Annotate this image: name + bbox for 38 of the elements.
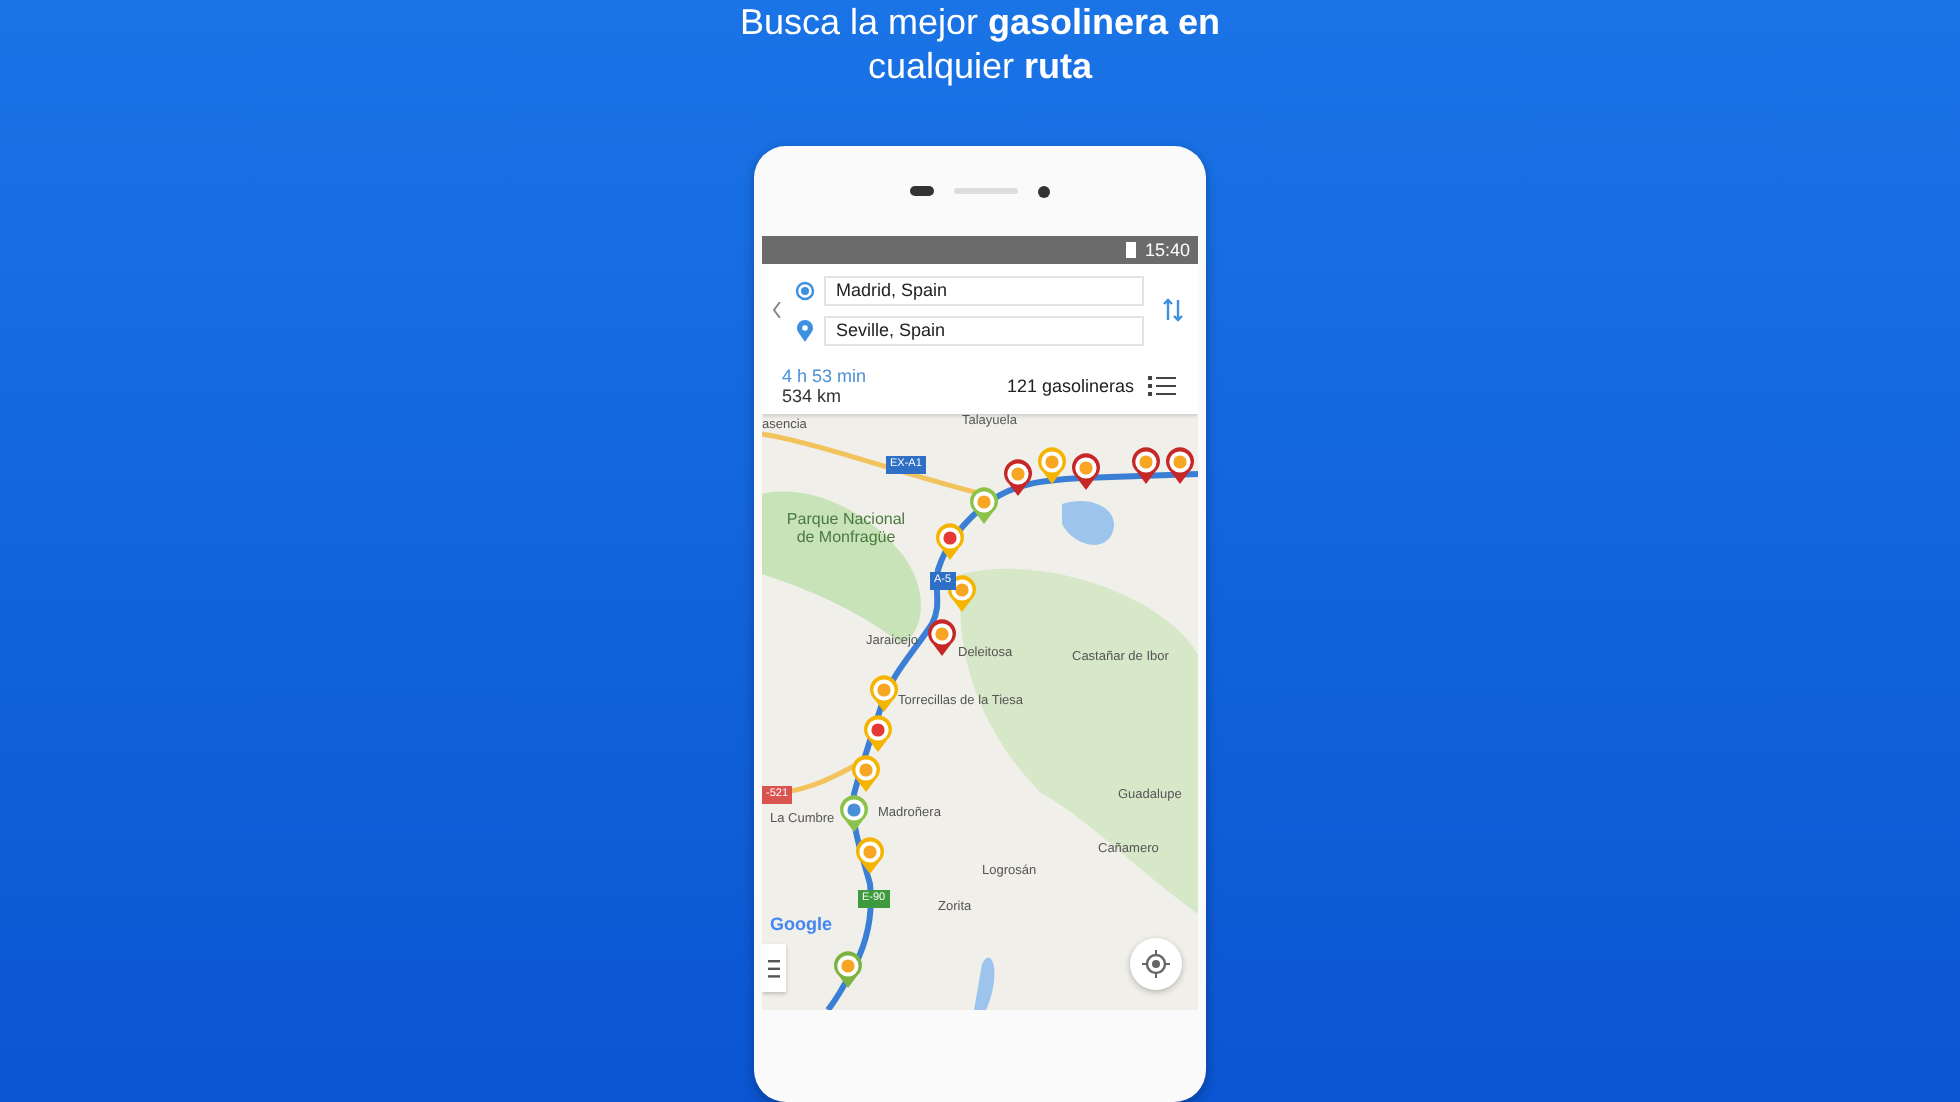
menu-button[interactable]	[762, 944, 786, 992]
list-icon	[1148, 375, 1176, 395]
list-button[interactable]	[1146, 371, 1178, 399]
gas-station-pin-icon[interactable]	[1002, 458, 1034, 498]
gas-station-pin-icon[interactable]	[850, 754, 882, 794]
menu-icon	[768, 959, 780, 977]
gas-station-pin-icon[interactable]	[968, 486, 1000, 526]
route-duration: 4 h 53 min	[782, 365, 869, 385]
gas-station-pin-icon[interactable]	[1130, 446, 1162, 486]
battery-icon	[1126, 242, 1137, 258]
gas-station-pin-icon[interactable]	[868, 674, 900, 714]
gas-station-pin-icon[interactable]	[926, 618, 958, 658]
swap-arrows-icon	[1161, 298, 1183, 322]
back-button[interactable]	[768, 298, 784, 322]
camera-icon	[1038, 185, 1050, 197]
gas-station-pin-icon[interactable]	[854, 836, 886, 876]
gas-station-pin-icon[interactable]	[832, 950, 864, 990]
gas-station-pin-icon[interactable]	[934, 522, 966, 562]
destination-field[interactable]: Seville, Spain	[824, 315, 1144, 345]
location-target-icon	[793, 279, 815, 301]
gas-station-pin-icon[interactable]	[862, 714, 894, 754]
gas-station-pin-icon[interactable]	[838, 794, 870, 834]
reservoir-area	[1062, 501, 1114, 545]
chevron-left-icon	[771, 302, 781, 318]
origin-field[interactable]: Madrid, Spain	[824, 275, 1144, 305]
station-count: 121 gasolineras	[1006, 375, 1134, 395]
gas-station-pin-icon[interactable]	[1164, 446, 1196, 486]
gas-station-pin-icon[interactable]	[1070, 452, 1102, 492]
route-distance: 534 km	[782, 385, 844, 405]
lake-area	[974, 957, 995, 1010]
headline: Busca la mejor gasolinera en cualquier ruta	[737, 0, 1223, 88]
pin-icon	[795, 319, 813, 341]
crosshair-icon	[1142, 950, 1170, 978]
map-label: Parque Nacional de Monfragüe	[786, 510, 906, 546]
map-logo: Google	[770, 914, 832, 934]
my-location-button[interactable]	[1130, 938, 1182, 990]
gas-station-pin-icon[interactable]	[1036, 446, 1068, 486]
status-time: 15:40	[1144, 240, 1190, 260]
